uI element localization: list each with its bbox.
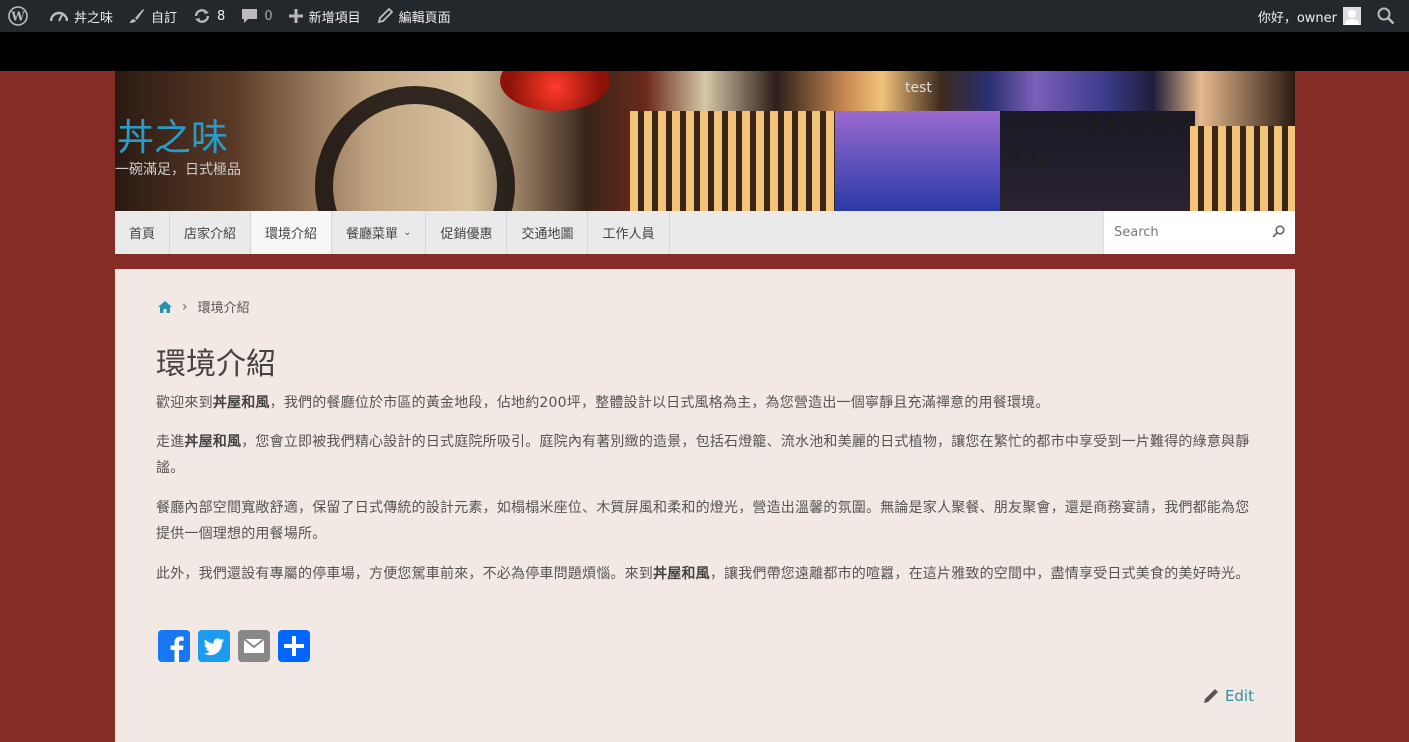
main-navigation: 首頁 店家介紹 環境介紹 餐廳菜單 ⌄ 促銷優惠 交通地圖 工作人員	[115, 211, 1295, 254]
pencil-icon	[1203, 689, 1218, 703]
top-black-strip	[0, 32, 1409, 71]
header-image-lantern	[500, 71, 610, 111]
share-buttons	[158, 630, 310, 662]
breadcrumb: › 環境介紹	[158, 297, 250, 316]
chevron-down-icon: ⌄	[403, 227, 412, 238]
nav-item-staff[interactable]: 工作人員	[588, 211, 670, 254]
email-icon	[238, 630, 270, 662]
paragraph-3: 餐廳內部空間寬敞舒適，保留了日式傳統的設計元素，如榻榻米座位、木質屏風和柔和的燈…	[156, 500, 1250, 542]
facebook-share-button[interactable]	[158, 630, 190, 662]
paragraph-text: 走進	[156, 434, 185, 450]
header-image-circle	[315, 86, 515, 211]
nav-item-label: 交通地圖	[521, 227, 574, 242]
restaurant-name: 丼屋和風	[184, 434, 242, 450]
header-image-purple-panel	[835, 111, 1005, 211]
search-input[interactable]	[1114, 225, 1274, 240]
header-image: HI ROKAZU NO	[115, 71, 1295, 211]
comments-link[interactable]: 0	[233, 0, 280, 32]
edit-label: Edit	[1224, 687, 1254, 705]
paragraph-text: ，讓我們帶您遠離都市的喧囂，在這片雅致的空間中，盡情享受日式美食的美好時光。	[709, 566, 1250, 582]
paragraph-text: 此外，我們還設有專屬的停車場，方便您駕車前來，不必為停車問題煩惱。來到	[156, 566, 653, 582]
pencil-icon	[377, 8, 393, 24]
restaurant-name: 丼屋和風	[212, 395, 270, 411]
nav-item-map[interactable]: 交通地圖	[507, 211, 589, 254]
page-title: 環境介紹	[156, 347, 276, 382]
admin-bar: W 丼之味 自訂 8 0 新增項目 編輯頁面 你好，owner	[0, 0, 1409, 32]
email-share-button[interactable]	[238, 630, 270, 662]
restaurant-name: 丼屋和風	[653, 566, 710, 582]
my-account-link[interactable]: 你好，owner	[1250, 0, 1369, 32]
header-image-slats-left	[630, 111, 835, 211]
site-name-link[interactable]: 丼之味	[42, 0, 121, 32]
paragraph-text: 歡迎來到	[156, 395, 213, 411]
nav-item-promotions[interactable]: 促銷優惠	[426, 211, 508, 254]
svg-text:W: W	[10, 10, 25, 24]
customize-link[interactable]: 自訂	[121, 0, 185, 32]
comment-icon	[242, 9, 258, 23]
nav-item-label: 環境介紹	[265, 227, 318, 242]
nav-item-label: 首頁	[129, 227, 156, 242]
paragraph-text: ，您會立即被我們精心設計的日式庭院所吸引。庭院內有著別緻的造景，包括石燈籠、流水…	[156, 434, 1250, 476]
updates-icon	[194, 9, 210, 23]
updates-count: 8	[217, 8, 226, 24]
site-header: HI ROKAZU NO 丼之味 一碗滿足，日式極品 test	[115, 71, 1295, 211]
paragraph-1: 歡迎來到丼屋和風，我們的餐廳位於市區的黃金地段，佔地約200坪，整體設計以日式風…	[156, 390, 1256, 416]
wordpress-icon: W	[8, 6, 28, 26]
share-icon	[278, 630, 310, 662]
main-content: › 環境介紹 環境介紹 歡迎來到丼屋和風，我們的餐廳位於市區的黃金地段，佔地約2…	[115, 269, 1295, 742]
breadcrumb-separator-icon: ›	[182, 298, 188, 315]
facebook-icon	[158, 630, 190, 662]
dashboard-icon	[50, 11, 68, 22]
nav-item-label: 店家介紹	[184, 227, 237, 242]
site-description: 一碗滿足，日式極品	[115, 162, 241, 178]
nav-item-menu[interactable]: 餐廳菜單 ⌄	[332, 211, 427, 254]
updates-link[interactable]: 8	[185, 0, 233, 32]
nav-item-label: 工作人員	[602, 227, 655, 242]
edit-page-label: 編輯頁面	[398, 10, 451, 26]
nav-item-label: 促銷優惠	[440, 227, 493, 242]
comments-count: 0	[264, 8, 273, 24]
nav-item-home[interactable]: 首頁	[115, 211, 171, 254]
generic-share-button[interactable]	[278, 630, 310, 662]
twitter-icon	[198, 630, 230, 662]
new-item-link[interactable]: 新增項目	[281, 0, 369, 32]
avatar	[1343, 7, 1361, 25]
greeting-label: 你好，owner	[1257, 10, 1337, 26]
search-icon	[1377, 7, 1395, 25]
twitter-share-button[interactable]	[198, 630, 230, 662]
home-icon[interactable]	[158, 300, 172, 313]
header-banner-text: test	[905, 80, 932, 96]
edit-link[interactable]: Edit	[1203, 687, 1254, 705]
brush-icon	[130, 9, 145, 23]
site-name-label: 丼之味	[74, 10, 114, 26]
new-item-label: 新增項目	[308, 10, 361, 26]
plus-icon	[288, 9, 303, 23]
nav-search	[1103, 211, 1295, 254]
header-image-letters: HI ROKAZU NO	[1005, 114, 1197, 171]
paragraph-text: ，我們的餐廳位於市區的黃金地段，佔地約200坪，整體設計以日式風格為主，為您營造…	[269, 395, 1050, 411]
nav-item-about[interactable]: 店家介紹	[170, 211, 252, 254]
nav-item-environment[interactable]: 環境介紹	[251, 211, 333, 254]
paragraph-4: 此外，我們還設有專屬的停車場，方便您駕車前來，不必為停車問題煩惱。來到丼屋和風，…	[156, 561, 1256, 587]
wordpress-logo-button[interactable]: W	[0, 0, 42, 32]
admin-search-button[interactable]	[1369, 0, 1409, 32]
customize-label: 自訂	[151, 10, 178, 26]
header-image-slats-right	[1190, 126, 1295, 211]
search-icon[interactable]	[1272, 225, 1285, 238]
paragraph-2: 走進丼屋和風，您會立即被我們精心設計的日式庭院所吸引。庭院內有著別緻的造景，包括…	[156, 429, 1256, 481]
site-title[interactable]: 丼之味	[117, 107, 228, 161]
nav-item-label: 餐廳菜單	[346, 227, 399, 242]
edit-page-link[interactable]: 編輯頁面	[369, 0, 459, 32]
breadcrumb-current: 環境介紹	[197, 301, 250, 316]
